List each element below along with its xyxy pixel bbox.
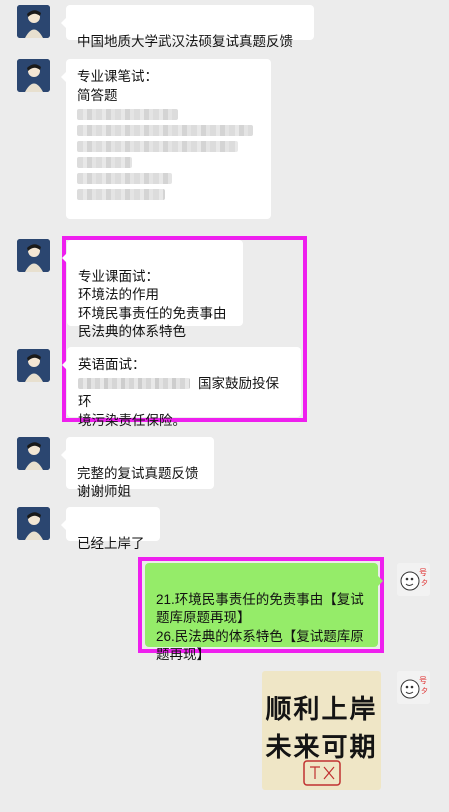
- contact-avatar[interactable]: [17, 5, 50, 38]
- message-bubble[interactable]: 完整的复试真题反馈 谢谢师姐: [61, 437, 214, 499]
- blurred-text: [78, 378, 190, 390]
- blurred-text: [77, 125, 253, 136]
- blurred-text: [77, 173, 173, 184]
- contact-avatar[interactable]: [17, 507, 50, 540]
- contact-avatar[interactable]: [17, 59, 50, 92]
- message-bubble[interactable]: 专业课笔试： 简答题: [61, 59, 271, 219]
- message-text: 已经上岸了: [77, 535, 145, 551]
- user-avatar[interactable]: 号夕: [397, 563, 430, 596]
- blurred-text: [77, 109, 178, 120]
- message-bubble[interactable]: 英语面试： 国家鼓励投保环 境污染责任保险。: [62, 347, 301, 428]
- message-bubble[interactable]: 已经上岸了: [61, 507, 160, 551]
- image-message[interactable]: 顺利上岸 未来可期: [262, 671, 381, 790]
- message-text: 完整的复试真题反馈 谢谢师姐: [77, 465, 199, 500]
- message-title: 英语面试：: [78, 357, 146, 372]
- contact-avatar[interactable]: [17, 239, 50, 272]
- message-subtitle: 简答题: [77, 87, 118, 103]
- svg-text:夕: 夕: [421, 686, 428, 695]
- svg-text:夕: 夕: [421, 578, 428, 587]
- message-bubble[interactable]: 21.环境民事责任的免责事由【复试 题库原题再现】 26.民法典的体系特色【复试…: [145, 563, 383, 662]
- message-text: 境污染责任保险。: [78, 412, 186, 428]
- contact-avatar[interactable]: [17, 437, 50, 470]
- blurred-text: [77, 189, 165, 200]
- svg-text:号: 号: [419, 676, 427, 685]
- seal-stamp-icon: [303, 760, 341, 786]
- message-text: 中国地质大学武汉法硕复试真题反馈: [77, 33, 293, 49]
- image-text-line1: 顺利上岸: [265, 695, 378, 725]
- message-bubble[interactable]: 中国地质大学武汉法硕复试真题反馈: [61, 5, 314, 49]
- message-title: 专业课笔试：: [77, 69, 158, 84]
- blurred-text: [77, 157, 132, 168]
- svg-text:号: 号: [419, 568, 427, 577]
- message-bubble[interactable]: 专业课面试： 环境法的作用 环境民事责任的免责事由 民法典的体系特色: [62, 240, 243, 339]
- contact-avatar[interactable]: [17, 349, 50, 382]
- user-avatar[interactable]: 号夕: [397, 671, 430, 704]
- blurred-text: [77, 141, 239, 152]
